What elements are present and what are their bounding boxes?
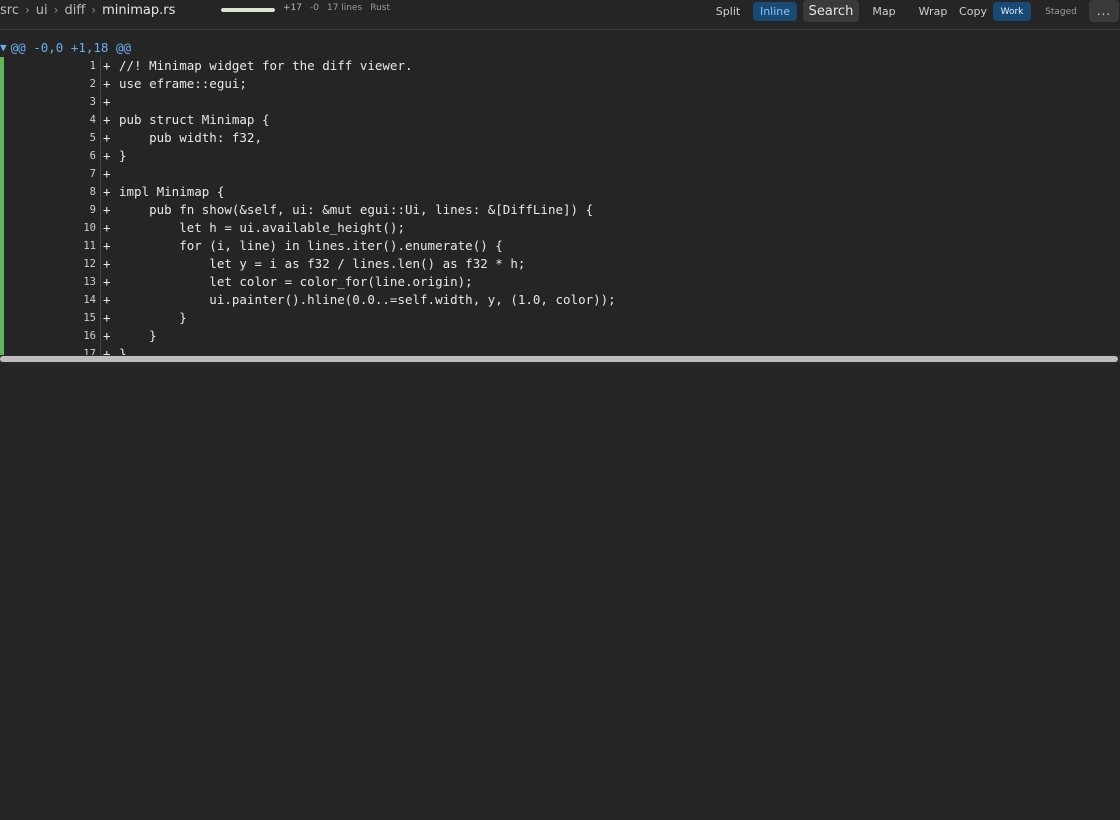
horizontal-scrollbar-thumb[interactable]	[0, 356, 1118, 362]
breadcrumb: src › ui › diff › minimap.rs	[0, 1, 175, 19]
breadcrumb-item-ui[interactable]: ui	[36, 3, 48, 18]
added-line-marker: +	[103, 346, 111, 355]
code-text: }	[119, 148, 127, 163]
diff-line[interactable]: 1 + //! Minimap widget for the diff viewer…	[0, 57, 1120, 75]
breadcrumb-separator: ›	[24, 3, 30, 17]
code-text: pub fn show(&self, ui: &mut egui::Ui, li…	[119, 202, 594, 217]
code-text: use eframe::egui;	[119, 76, 247, 91]
added-line-marker: +	[103, 220, 111, 235]
breadcrumb-item-src[interactable]: src	[0, 3, 19, 18]
line-number: 17	[83, 348, 96, 355]
code-text: let color = color_for(line.origin);	[119, 274, 473, 289]
added-line-marker: +	[103, 202, 111, 217]
line-number: 4	[89, 114, 96, 126]
added-line-marker: +	[103, 166, 111, 181]
diff-line[interactable]: 14 + ui.painter().hline(0.0..=self.width,…	[0, 291, 1120, 309]
work-tab[interactable]: Work	[993, 2, 1031, 21]
added-line-marker: +	[103, 94, 111, 109]
added-line-marker: +	[103, 130, 111, 145]
added-count: +17	[283, 3, 302, 13]
diff-line[interactable]: 7 +	[0, 165, 1120, 183]
added-line-marker: +	[103, 112, 111, 127]
code-text: for (i, line) in lines.iter().enumerate(…	[119, 238, 503, 253]
hunk-header[interactable]: ▼ @@ -0,0 +1,18 @@	[0, 39, 131, 55]
review-progress-fill	[221, 8, 275, 12]
code-text: let y = i as f32 / lines.len() as f32 * …	[119, 256, 526, 271]
line-count: 17 lines	[326, 3, 363, 13]
breadcrumb-file: minimap.rs	[102, 2, 176, 18]
code-text: ui.painter().hline(0.0..=self.width, y, …	[119, 292, 616, 307]
added-line-marker: +	[103, 58, 111, 73]
added-line-marker: +	[103, 328, 111, 343]
line-number: 13	[83, 276, 96, 288]
hunk-range: @@ -0,0 +1,18 @@	[10, 39, 132, 55]
diff-line[interactable]: 16 + }	[0, 327, 1120, 345]
diff-line[interactable]: 15 + }	[0, 309, 1120, 327]
search-button[interactable]: Search	[803, 0, 859, 22]
line-number: 11	[83, 240, 96, 252]
line-number: 2	[89, 78, 96, 90]
code-text: impl Minimap {	[119, 184, 225, 199]
added-line-marker: +	[103, 256, 111, 271]
diff-line[interactable]: 8 + impl Minimap {	[0, 183, 1120, 201]
code-text: pub struct Minimap {	[119, 112, 270, 127]
code-text: //! Minimap widget for the diff viewer.	[119, 58, 413, 73]
removed-count: -0	[310, 3, 319, 13]
line-number: 5	[89, 132, 96, 144]
added-line-marker: +	[103, 292, 111, 307]
diff-line[interactable]: 9 + pub fn show(&self, ui: &mut egui::Ui,…	[0, 201, 1120, 219]
diff-line[interactable]: 12 + let y = i as f32 / lines.len() as f3…	[0, 255, 1120, 273]
diff-line[interactable]: 2 + use eframe::egui;	[0, 75, 1120, 93]
breadcrumb-separator: ›	[91, 3, 97, 17]
collapse-triangle-icon[interactable]: ▼	[0, 41, 7, 54]
diff-line[interactable]: 4 + pub struct Minimap {	[0, 111, 1120, 129]
diff-line[interactable]: 11 + for (i, line) in lines.iter().enumer…	[0, 237, 1120, 255]
added-line-marker: +	[103, 238, 111, 253]
added-line-marker: +	[103, 310, 111, 325]
more-options-button[interactable]: ...	[1089, 0, 1119, 22]
code-text: }	[119, 310, 187, 325]
added-line-marker: +	[103, 76, 111, 91]
line-number: 10	[83, 222, 96, 234]
diff-line[interactable]: 13 + let color = color_for(line.origin);	[0, 273, 1120, 291]
line-number: 8	[89, 186, 96, 198]
diff-view[interactable]: 1 + //! Minimap widget for the diff viewer…	[0, 57, 1120, 355]
language-label: Rust	[370, 3, 391, 13]
split-view-button[interactable]: Split	[712, 2, 744, 21]
diff-line[interactable]: 10 + let h = ui.available_height();	[0, 219, 1120, 237]
added-line-marker: +	[103, 148, 111, 163]
line-number: 9	[89, 204, 96, 216]
line-number: 6	[89, 150, 96, 162]
diff-line[interactable]: 3 +	[0, 93, 1120, 111]
code-text: pub width: f32,	[119, 130, 262, 145]
minimap-toggle-button[interactable]: Map	[870, 2, 898, 21]
breadcrumb-item-diff[interactable]: diff	[64, 3, 85, 18]
breadcrumb-separator: ›	[53, 3, 59, 17]
staged-tab[interactable]: Staged	[1042, 2, 1080, 21]
review-progress-bar	[221, 8, 275, 12]
code-text: }	[119, 346, 127, 355]
wrap-toggle-button[interactable]: Wrap	[916, 2, 950, 21]
horizontal-scrollbar[interactable]	[0, 355, 1120, 363]
line-number: 7	[89, 168, 96, 180]
line-number: 16	[83, 330, 96, 342]
line-number: 3	[89, 96, 96, 108]
diff-line[interactable]: 5 + pub width: f32,	[0, 129, 1120, 147]
diff-line[interactable]: 6 +}	[0, 147, 1120, 165]
diff-line[interactable]: 17 +}	[0, 345, 1120, 355]
added-line-marker: +	[103, 274, 111, 289]
line-number: 1	[89, 60, 96, 72]
line-number: 12	[83, 258, 96, 270]
code-text: }	[119, 328, 157, 343]
toolbar: src › ui › diff › minimap.rs +17 -0 17 l…	[0, 0, 1120, 30]
line-number: 15	[83, 312, 96, 324]
line-number: 14	[83, 294, 96, 306]
copy-button[interactable]: Copy	[958, 2, 988, 21]
code-text: let h = ui.available_height();	[119, 220, 405, 235]
diff-stats: +17 -0 17 lines Rust	[283, 3, 390, 13]
inline-view-button[interactable]: Inline	[753, 2, 797, 21]
added-line-marker: +	[103, 184, 111, 199]
